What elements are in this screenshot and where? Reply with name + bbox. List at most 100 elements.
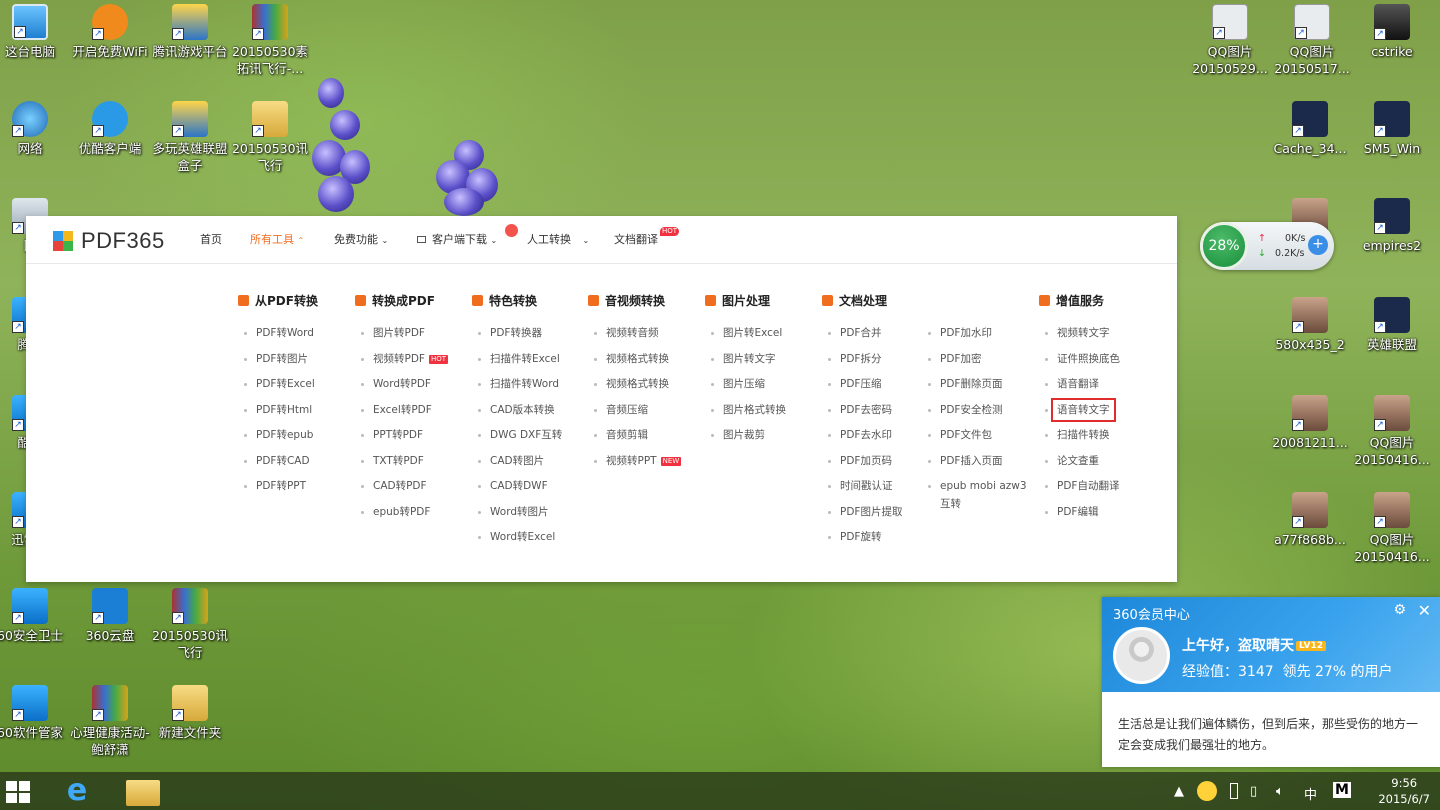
- left-desktop-icon[interactable]: ↗ 60软件管家: [0, 685, 70, 741]
- right-desktop-icon[interactable]: ↗ a77f868b...: [1270, 492, 1350, 548]
- gear-icon[interactable]: ⚙: [1393, 602, 1406, 618]
- left-desktop-icon[interactable]: ↗ 多玩英雄联盟盒子: [150, 101, 230, 174]
- tool-link[interactable]: 语音翻译: [1045, 377, 1120, 403]
- right-desktop-icon[interactable]: ↗ 20081211...: [1270, 395, 1350, 451]
- tool-link[interactable]: Word转Excel: [477, 530, 562, 556]
- tool-link[interactable]: 视频转PPT NEW: [593, 454, 682, 480]
- right-desktop-icon[interactable]: ↗ Cache_34...: [1270, 101, 1350, 157]
- tool-link[interactable]: PDF加水印: [928, 326, 1027, 352]
- ime-indicator[interactable]: 中: [1304, 784, 1317, 803]
- nav-home[interactable]: 首页: [200, 231, 222, 247]
- tool-link[interactable]: PDF安全检测: [928, 403, 1027, 429]
- tool-link[interactable]: Word转图片: [477, 505, 562, 531]
- left-desktop-icon[interactable]: ↗ 网络: [0, 101, 70, 157]
- left-desktop-icon[interactable]: ↗ 优酷客户端: [70, 101, 150, 157]
- left-desktop-icon[interactable]: ↗ 心理健康活动-鲍舒潇: [70, 685, 150, 758]
- tool-link[interactable]: 音频剪辑: [593, 428, 681, 454]
- tool-link[interactable]: Excel转PDF: [360, 403, 448, 429]
- left-desktop-icon[interactable]: ↗ 20150530讯飞行: [150, 588, 230, 661]
- tool-link[interactable]: PDF去密码: [827, 403, 902, 429]
- right-desktop-icon[interactable]: ↗ empires2: [1352, 198, 1432, 254]
- tool-link[interactable]: PDF压缩: [827, 377, 902, 403]
- nav-free-features[interactable]: 免费功能 ⌄: [334, 231, 388, 247]
- left-desktop-icon[interactable]: ↗ 开启免费WiFi: [70, 4, 150, 60]
- tool-link[interactable]: PDF插入页面: [928, 454, 1027, 480]
- nav-doc-translate[interactable]: 文档翻译: [614, 231, 658, 247]
- ie-icon[interactable]: e: [60, 776, 94, 806]
- tool-link[interactable]: 视频格式转换: [593, 352, 681, 378]
- right-desktop-icon[interactable]: ↗ QQ图片20150416...: [1352, 492, 1432, 565]
- tool-link[interactable]: 扫描件转换: [1045, 428, 1120, 454]
- nav-manual-conversion[interactable]: 人工转换 ⌄: [527, 231, 589, 247]
- right-desktop-icon[interactable]: ↗ 英雄联盟: [1352, 297, 1432, 353]
- right-desktop-icon[interactable]: ↗ SM5_Win: [1352, 101, 1432, 157]
- right-desktop-icon[interactable]: ↗ 580x435_2: [1270, 297, 1350, 353]
- plus-icon[interactable]: +: [1308, 235, 1328, 255]
- tool-link[interactable]: CAD转PDF: [360, 479, 448, 505]
- tool-link[interactable]: PDF拆分: [827, 352, 902, 378]
- left-desktop-icon[interactable]: ↗ 20150530讯飞行: [230, 101, 310, 174]
- tool-link[interactable]: 图片裁剪: [711, 428, 786, 454]
- tool-link[interactable]: Word转PDF: [360, 377, 448, 403]
- network-icon[interactable]: ▯: [1250, 784, 1257, 799]
- right-desktop-icon[interactable]: ↗ QQ图片20150416...: [1352, 395, 1432, 468]
- tool-link[interactable]: TXT转PDF: [360, 454, 448, 480]
- tool-link[interactable]: PDF加密: [928, 352, 1027, 378]
- file-explorer-icon[interactable]: [126, 780, 160, 806]
- left-desktop-icon[interactable]: ↗ 这台电脑: [0, 4, 70, 60]
- tool-link[interactable]: 图片格式转换: [711, 403, 786, 429]
- tool-link[interactable]: 视频转音频: [593, 326, 681, 352]
- tool-link[interactable]: 图片转PDF: [360, 326, 448, 352]
- tool-link[interactable]: PDF转Excel: [244, 377, 315, 403]
- battery-icon[interactable]: [1230, 783, 1238, 799]
- left-desktop-icon[interactable]: ↗ 新建文件夹: [150, 685, 230, 741]
- show-hidden-icons-icon[interactable]: ▲: [1174, 784, 1184, 799]
- tool-link-highlighted[interactable]: 语音转文字: [1045, 397, 1120, 429]
- network-speed-widget[interactable]: 28% ↑ 0K/s ↓ 0.2K/s +: [1200, 222, 1334, 270]
- tool-link[interactable]: PDF转PPT: [244, 479, 315, 505]
- tool-link[interactable]: PDF文件包: [928, 428, 1027, 454]
- tool-link[interactable]: 图片转Excel: [711, 326, 786, 352]
- tool-link[interactable]: PDF转图片: [244, 352, 315, 378]
- tool-link[interactable]: CAD转图片: [477, 454, 562, 480]
- tool-link[interactable]: PDF合并: [827, 326, 902, 352]
- tool-link[interactable]: PDF转CAD: [244, 454, 315, 480]
- memory-percent[interactable]: 28%: [1200, 222, 1248, 270]
- left-desktop-icon[interactable]: ↗ 60安全卫士: [0, 588, 70, 644]
- tool-link[interactable]: 时间戳认证: [827, 479, 902, 505]
- 360-tray-icon[interactable]: [1197, 781, 1217, 801]
- tool-link[interactable]: PDF转epub: [244, 428, 315, 454]
- tool-link[interactable]: 论文查重: [1045, 454, 1120, 480]
- right-desktop-icon[interactable]: ↗ cstrike: [1352, 4, 1432, 60]
- tool-link[interactable]: 视频格式转换: [593, 377, 681, 403]
- close-icon[interactable]: ✕: [1418, 601, 1431, 620]
- tool-link[interactable]: epub转PDF: [360, 505, 448, 531]
- nav-client-download[interactable]: 客户端下载 ⌄: [417, 231, 497, 247]
- tool-link[interactable]: PDF转Word: [244, 326, 315, 352]
- tool-link[interactable]: 视频转文字: [1045, 326, 1120, 352]
- tool-link[interactable]: PPT转PDF: [360, 428, 448, 454]
- tool-link[interactable]: PDF去水印: [827, 428, 902, 454]
- tool-link[interactable]: PDF转换器: [477, 326, 562, 352]
- pdf365-logo[interactable]: PDF365: [53, 228, 165, 254]
- start-button[interactable]: [6, 781, 30, 803]
- tool-link[interactable]: CAD版本转换: [477, 403, 562, 429]
- nav-all-tools[interactable]: 所有工具 ⌃: [250, 231, 304, 247]
- ime-mode-indicator[interactable]: M: [1333, 782, 1351, 798]
- tool-link[interactable]: 互转: [940, 497, 1027, 523]
- tool-link[interactable]: 证件照换底色: [1045, 352, 1120, 378]
- tool-link[interactable]: PDF转Html: [244, 403, 315, 429]
- clock[interactable]: 9:56 2015/6/7: [1378, 775, 1430, 807]
- right-desktop-icon[interactable]: ↗ QQ图片20150529...: [1190, 4, 1270, 77]
- tool-link[interactable]: 视频转PDF HOT: [360, 352, 449, 378]
- tool-link[interactable]: PDF图片提取: [827, 505, 902, 531]
- tool-link[interactable]: PDF自动翻译: [1045, 479, 1120, 505]
- tool-link[interactable]: PDF删除页面: [928, 377, 1027, 403]
- left-desktop-icon[interactable]: ↗ 腾讯游戏平台: [150, 4, 230, 60]
- tool-link[interactable]: 图片转文字: [711, 352, 786, 378]
- avatar[interactable]: [1113, 627, 1170, 684]
- tool-link[interactable]: 图片压缩: [711, 377, 786, 403]
- tool-link[interactable]: DWG DXF互转: [477, 428, 562, 454]
- tool-link[interactable]: CAD转DWF: [477, 479, 562, 505]
- tool-link[interactable]: PDF加页码: [827, 454, 902, 480]
